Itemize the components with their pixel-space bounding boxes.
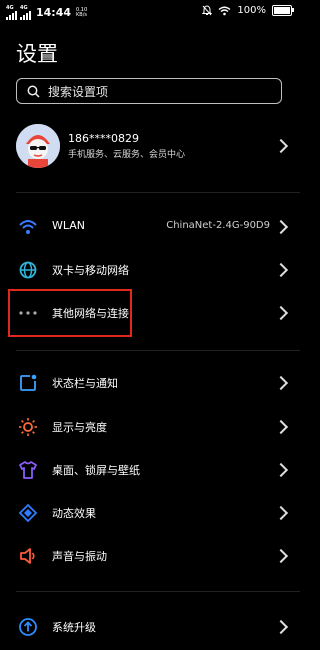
- signal-bars-icon: [20, 11, 31, 20]
- chevron-right-icon: [273, 305, 289, 321]
- speaker-icon: [20, 548, 35, 564]
- divider: [16, 192, 300, 193]
- signal-1: 4G: [6, 5, 17, 20]
- divider: [16, 350, 300, 351]
- notification-icon: [20, 374, 37, 391]
- page-title: 设置: [16, 42, 58, 66]
- tshirt-icon: [19, 461, 37, 479]
- signal-2: 4G: [20, 5, 31, 20]
- settings-item-label: 声音与振动: [52, 550, 107, 563]
- bell-off-icon: [202, 5, 213, 16]
- settings-item-label: 双卡与移动网络: [52, 264, 129, 277]
- search-icon: [27, 85, 40, 98]
- chevron-right-icon: [273, 219, 289, 235]
- settings-item-label: 显示与亮度: [52, 421, 107, 434]
- network-speed: 0.10 KB/s: [76, 7, 88, 18]
- wifi-icon: [19, 220, 37, 234]
- chevron-right-icon: [273, 375, 289, 391]
- status-left: 4G 4G 14:44 0.10 KB/s: [6, 5, 87, 20]
- settings-item-dynamic-effects[interactable]: 动态效果: [0, 491, 300, 535]
- settings-item-value: ChinaNet-2.4G-90D9: [166, 220, 270, 231]
- chevron-right-icon: [273, 138, 289, 154]
- wifi-status-icon: [218, 6, 231, 15]
- settings-item-display[interactable]: 显示与亮度: [0, 405, 300, 449]
- chevron-right-icon: [273, 505, 289, 521]
- settings-item-wallpaper[interactable]: 桌面、锁屏与壁纸: [0, 448, 300, 492]
- battery-percent: 100%: [237, 5, 266, 16]
- account-phone: 186****0829: [68, 132, 139, 145]
- chevron-right-icon: [273, 419, 289, 435]
- settings-item-label: 状态栏与通知: [52, 377, 118, 390]
- sun-icon: [19, 418, 37, 436]
- diamond-icon: [18, 503, 38, 523]
- chevron-right-icon: [273, 548, 289, 564]
- settings-item-label: 桌面、锁屏与壁纸: [52, 464, 140, 477]
- settings-item-status-bar[interactable]: 状态栏与通知: [0, 361, 300, 405]
- search-input[interactable]: 搜索设置项: [16, 78, 282, 104]
- avatar-image: [16, 124, 60, 168]
- chevron-right-icon: [273, 262, 289, 278]
- settings-item-label: WLAN: [52, 219, 86, 232]
- battery-icon: [272, 5, 294, 16]
- chevron-right-icon: [273, 462, 289, 478]
- settings-item-system-upgrade[interactable]: 系统升级: [0, 605, 300, 649]
- account-subtitle: 手机服务、云服务、会员中心: [68, 150, 186, 160]
- settings-item-wlan[interactable]: WLAN ChinaNet-2.4G-90D9: [0, 205, 300, 249]
- settings-item-sound[interactable]: 声音与振动: [0, 534, 300, 578]
- highlight-box: [8, 289, 132, 337]
- chevron-right-icon: [273, 619, 289, 635]
- signal-bars-icon: [6, 11, 17, 20]
- upgrade-icon: [19, 618, 37, 636]
- settings-item-label: 动态效果: [52, 507, 96, 520]
- settings-item-label: 系统升级: [52, 621, 96, 634]
- status-right: 100%: [202, 5, 294, 16]
- avatar: [16, 124, 60, 168]
- clock: 14:44: [36, 6, 72, 19]
- speed-unit: KB/s: [76, 11, 88, 18]
- status-bar: 4G 4G 14:44 0.10 KB/s 100%: [0, 0, 300, 24]
- search-placeholder: 搜索设置项: [48, 84, 109, 99]
- settings-item-dual-sim[interactable]: 双卡与移动网络: [0, 248, 300, 292]
- globe-icon: [19, 261, 37, 279]
- account-row[interactable]: 186****0829 手机服务、云服务、会员中心: [0, 120, 300, 172]
- divider: [16, 591, 300, 592]
